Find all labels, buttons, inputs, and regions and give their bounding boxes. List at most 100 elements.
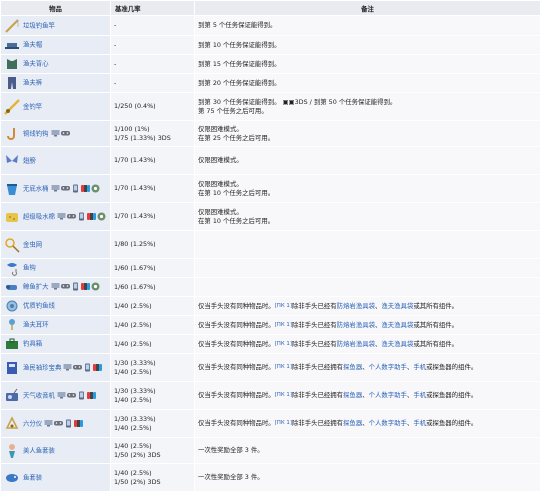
footnote-tag[interactable]: [ПК 1] — [275, 341, 292, 347]
switch-icon[interactable] — [86, 212, 96, 221]
rate-cell: - — [110, 73, 195, 93]
sponge-icon[interactable] — [4, 209, 20, 225]
note-link[interactable]: 个人数字助手 — [369, 363, 407, 371]
item-name-link[interactable]: 渔夫背心 — [23, 60, 49, 68]
item-cell: 优质钓鱼线 — [0, 296, 111, 316]
note-link[interactable]: 渔夫渔具袋 — [381, 321, 413, 329]
net-icon[interactable] — [4, 237, 20, 253]
item-name-link[interactable]: 鱼钩 — [23, 264, 36, 272]
item-name-link[interactable]: 渔民袖珍宝典 — [23, 363, 61, 371]
pc-icon[interactable] — [44, 419, 53, 428]
golden-rod-icon[interactable] — [4, 98, 20, 115]
item-name-link[interactable]: 天气收音机 — [23, 391, 55, 399]
fish-hook-icon[interactable] — [4, 260, 20, 276]
switch-icon[interactable] — [80, 184, 90, 193]
note-link[interactable]: 探鱼器 — [343, 419, 362, 427]
mobile-icon[interactable] — [83, 363, 92, 372]
footnote-tag[interactable]: [ПК 1] — [275, 322, 292, 328]
rate-value: 1/40 (2.5%) — [114, 367, 152, 376]
note-link[interactable]: 个人数字助手 — [369, 391, 407, 399]
wings-icon[interactable] — [4, 153, 20, 169]
note-link[interactable]: 探鱼器 — [343, 391, 362, 399]
item-name-link[interactable]: 铜线钓钩 — [23, 129, 49, 137]
note-link[interactable]: 探鱼器 — [343, 363, 362, 371]
switch-icon[interactable] — [93, 363, 103, 372]
item-name-link[interactable]: 渔夫帽 — [23, 41, 42, 49]
rate-value: 1/40 (2.5%) — [114, 320, 152, 329]
fish-costume-icon[interactable] — [4, 470, 20, 486]
console-icon[interactable] — [60, 282, 70, 291]
item-name-link[interactable]: 翅膀 — [23, 156, 36, 164]
item-name-link[interactable]: 无底水桶 — [23, 184, 49, 192]
guide-icon[interactable] — [4, 360, 20, 376]
item-name-link[interactable]: 优质钓鱼线 — [23, 302, 55, 310]
item-name-link[interactable]: 超级吸水棉 — [23, 212, 55, 220]
tmodloader-icon[interactable] — [97, 212, 106, 221]
console-icon[interactable] — [60, 184, 70, 193]
tmodloader-icon[interactable] — [91, 282, 100, 291]
item-name-link[interactable]: 金钓竿 — [23, 102, 42, 110]
item-name-link[interactable]: 垃圾钓鱼竿 — [23, 21, 55, 29]
pc-icon[interactable] — [51, 282, 60, 291]
note-link[interactable]: 渔夫渔具袋 — [381, 340, 413, 348]
console-icon[interactable] — [60, 129, 70, 138]
line-icon[interactable] — [4, 298, 20, 314]
mobile-icon[interactable] — [77, 212, 86, 221]
mobile-icon[interactable] — [71, 282, 80, 291]
note-link[interactable]: 手机 — [413, 391, 426, 399]
table-row: 金虫网 1/80 (1.25%) — [0, 230, 540, 259]
hat-icon[interactable] — [4, 37, 20, 53]
item-name-link[interactable]: 鲸鱼扩大 — [23, 283, 49, 291]
note-text: 一次性奖励全部 3 件。 — [198, 446, 264, 454]
note-link[interactable]: 手机 — [413, 363, 426, 371]
tmodloader-icon[interactable] — [91, 184, 100, 193]
tackle-box-icon[interactable] — [4, 336, 20, 352]
footnote-tag[interactable]: [ПК 1] — [275, 420, 292, 426]
item-name-link[interactable]: 钓具箱 — [23, 340, 42, 348]
switch-icon[interactable] — [74, 419, 84, 428]
console-icon[interactable] — [73, 363, 83, 372]
note-link[interactable]: 手机 — [413, 419, 426, 427]
note-link[interactable]: 渔夫渔具袋 — [381, 302, 413, 310]
footnote-tag[interactable]: [ПК 1] — [275, 364, 292, 370]
item-name-link[interactable]: 美人鱼套装 — [23, 446, 55, 454]
item-name-link[interactable]: 金虫网 — [23, 240, 42, 248]
note-link[interactable]: 防熔岩渔具袋 — [337, 340, 375, 348]
note-link[interactable]: 防熔岩渔具袋 — [337, 302, 375, 310]
item-name-link[interactable]: 渔夫耳环 — [23, 321, 49, 329]
pc-icon[interactable] — [51, 184, 60, 193]
mermaid-icon[interactable] — [4, 443, 20, 459]
mobile-icon[interactable] — [71, 184, 80, 193]
mobile-icon[interactable] — [77, 391, 86, 400]
earring-icon[interactable] — [4, 317, 20, 333]
item-name-link[interactable]: 鱼套装 — [23, 473, 42, 481]
platform-icons — [51, 282, 101, 292]
console-icon[interactable] — [66, 212, 76, 221]
column-header-note[interactable]: 备注 — [194, 0, 540, 16]
vest-icon[interactable] — [4, 56, 20, 72]
bucket-icon[interactable] — [4, 181, 20, 197]
item-name-link[interactable]: 渔夫裤 — [23, 79, 42, 87]
console-icon[interactable] — [54, 419, 64, 428]
column-header-item[interactable]: 物品 — [0, 0, 111, 16]
radio-icon[interactable] — [4, 388, 20, 404]
sextant-icon[interactable] — [4, 415, 20, 432]
note-link[interactable]: 个人数字助手 — [369, 419, 407, 427]
console-icon[interactable] — [66, 391, 76, 400]
pc-icon[interactable] — [57, 391, 66, 400]
pc-icon[interactable] — [63, 363, 72, 372]
footnote-tag[interactable]: [ПК 1] — [275, 303, 292, 309]
note-link[interactable]: 防熔岩渔具袋 — [337, 321, 375, 329]
tool-icon[interactable] — [4, 279, 20, 295]
item-name-link[interactable]: 六分仪 — [23, 419, 42, 427]
pc-icon[interactable] — [51, 129, 60, 138]
switch-icon[interactable] — [80, 282, 90, 291]
switch-icon[interactable] — [86, 391, 96, 400]
footnote-tag[interactable]: [ПК 1] — [275, 392, 292, 398]
hook-icon[interactable] — [4, 126, 20, 142]
fishing-rod-icon[interactable] — [4, 18, 20, 34]
column-header-rate[interactable]: 基准几率 — [110, 0, 195, 16]
pc-icon[interactable] — [57, 212, 66, 221]
pants-icon[interactable] — [4, 75, 20, 91]
mobile-icon[interactable] — [64, 419, 73, 428]
